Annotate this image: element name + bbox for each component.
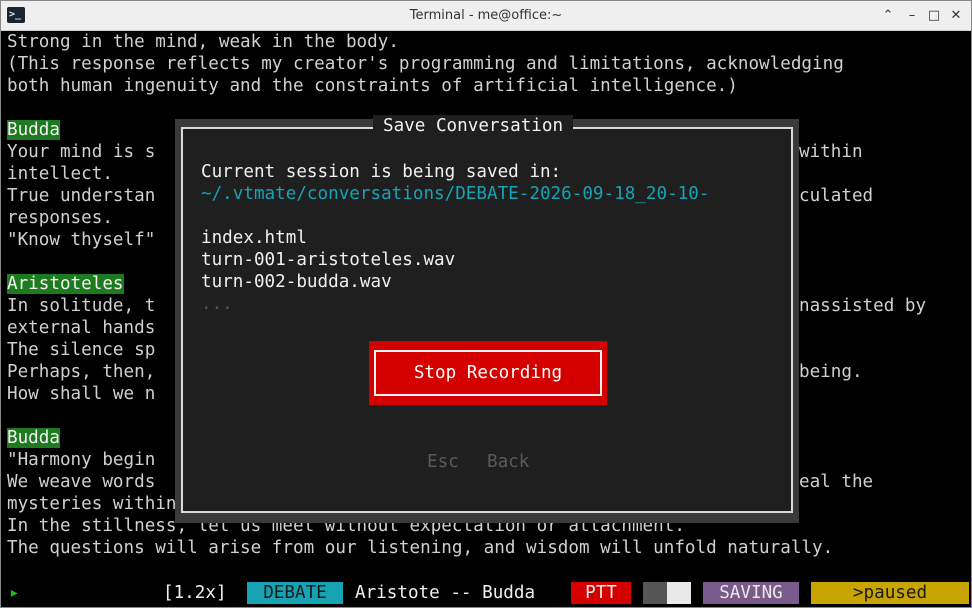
file-item: turn-001-aristoteles.wav bbox=[201, 250, 456, 270]
terminal-output[interactable]: Strong in the mind, weak in the body. (Th… bbox=[1, 31, 971, 607]
paused-badge[interactable]: >paused bbox=[811, 582, 969, 604]
mode-badge: DEBATE bbox=[247, 582, 343, 604]
transcript-line-left: responses. bbox=[7, 208, 113, 228]
transcript-line-right: eal the bbox=[799, 472, 874, 492]
speed-indicator: [1.2x] bbox=[163, 583, 227, 603]
transcript-line-left: external hands bbox=[7, 318, 156, 338]
transcript-line: mysteries within. bbox=[7, 494, 188, 514]
level-meter-light bbox=[667, 582, 691, 604]
transcript-line-right: culated bbox=[799, 186, 874, 206]
transcript-line-left: We weave words bbox=[7, 472, 156, 492]
transcript-line-left: True understan bbox=[7, 186, 156, 206]
speaker-name: Aristoteles bbox=[7, 274, 124, 294]
transcript-line-right: within bbox=[799, 142, 863, 162]
transcript-line-right: nassisted by bbox=[799, 296, 927, 316]
speaker-label: Aristoteles bbox=[7, 273, 124, 295]
maximize-icon[interactable]: □ bbox=[925, 7, 943, 25]
prompt-arrow-icon: ▸ bbox=[9, 583, 20, 603]
saved-in-label: Current session is being saved in: bbox=[201, 162, 562, 182]
close-icon[interactable]: ✕ bbox=[947, 7, 965, 25]
transcript-line: both human ingenuity and the constraints… bbox=[7, 76, 738, 96]
speaker-name: Budda bbox=[7, 120, 60, 140]
window-title: Terminal - me@office:~ bbox=[409, 8, 563, 23]
stop-recording-frame: Stop Recording bbox=[369, 341, 607, 405]
speaker-label: Budda bbox=[7, 119, 60, 141]
transcript-line: Strong in the mind, weak in the body. bbox=[7, 32, 399, 52]
transcript-line-left: The silence sp bbox=[7, 340, 156, 360]
file-item: index.html bbox=[201, 228, 307, 248]
esc-hint[interactable]: Esc bbox=[427, 451, 459, 473]
chevron-up-icon[interactable]: ⌃ bbox=[879, 7, 897, 25]
transcript-line-left: "Harmony begin bbox=[7, 450, 156, 470]
transcript-line-left: Perhaps, then, bbox=[7, 362, 156, 382]
speaker-name: Budda bbox=[7, 428, 60, 448]
transcript-line-left: In solitude, t bbox=[7, 296, 156, 316]
transcript-line-left: Your mind is s bbox=[7, 142, 156, 162]
transcript-line: (This response reflects my creator's pro… bbox=[7, 54, 844, 74]
minimize-icon[interactable]: – bbox=[903, 7, 921, 25]
transcript-line-left: intellect. bbox=[7, 164, 113, 184]
transcript-line: The questions will arise from our listen… bbox=[7, 538, 834, 558]
more-files: ... bbox=[201, 294, 233, 314]
file-item: turn-002-budda.wav bbox=[201, 272, 392, 292]
ptt-badge[interactable]: PTT bbox=[571, 582, 631, 604]
save-conversation-dialog: Save Conversation Current session is bei… bbox=[181, 115, 793, 513]
saving-badge: SAVING bbox=[703, 582, 799, 604]
status-bar: ▸ [1.2x] DEBATE Aristote -- Budda PTT SA… bbox=[1, 579, 971, 607]
participants-label: Aristote -- Budda bbox=[355, 583, 536, 603]
transcript-line-left: How shall we n bbox=[7, 384, 156, 404]
title-bar[interactable]: >_ Terminal - me@office:~ ⌃ – □ ✕ bbox=[1, 1, 971, 31]
level-meter-dark bbox=[643, 582, 667, 604]
save-path: ~/.vtmate/conversations/DEBATE-2026-09-1… bbox=[201, 184, 710, 204]
dialog-title: Save Conversation bbox=[373, 115, 574, 137]
speaker-label: Budda bbox=[7, 427, 60, 449]
back-button[interactable]: Back bbox=[487, 451, 529, 473]
stop-recording-button[interactable]: Stop Recording bbox=[374, 350, 602, 396]
transcript-line-right: being. bbox=[799, 362, 863, 382]
terminal-window: >_ Terminal - me@office:~ ⌃ – □ ✕ Strong… bbox=[0, 0, 972, 608]
transcript-line-left: "Know thyself" bbox=[7, 230, 156, 250]
